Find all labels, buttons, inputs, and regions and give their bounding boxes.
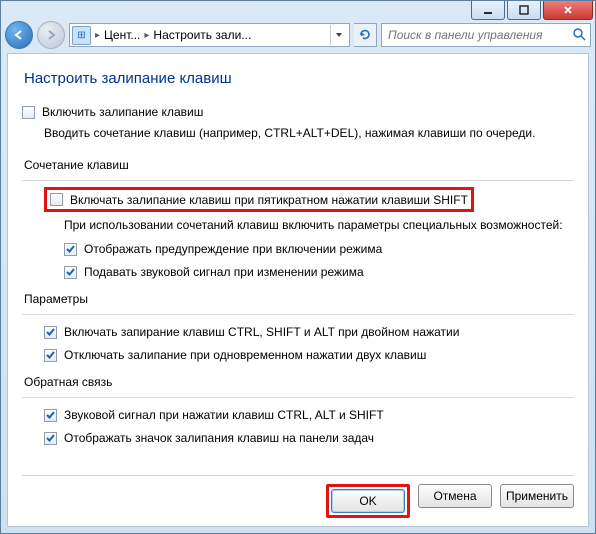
- checkbox-unchecked[interactable]: [50, 193, 63, 206]
- checkbox-label: Отображать значок залипания клавиш на па…: [64, 431, 374, 445]
- search-box[interactable]: [381, 23, 591, 47]
- page-title: Настроить залипание клавиш: [24, 70, 574, 87]
- breadcrumb[interactable]: Настроить зали...: [153, 28, 251, 42]
- search-icon[interactable]: [572, 27, 586, 44]
- breadcrumb[interactable]: Цент...: [104, 28, 140, 42]
- highlight-annotation: OK: [326, 484, 410, 518]
- checkbox-checked[interactable]: [64, 243, 77, 256]
- checkbox-label: Отображать предупреждение при включении …: [84, 242, 382, 256]
- forward-button[interactable]: [37, 21, 65, 49]
- checkbox-label: Подавать звуковой сигнал при изменении р…: [84, 265, 364, 279]
- addressbar-dropdown[interactable]: [330, 25, 347, 45]
- checkbox-checked[interactable]: [64, 266, 77, 279]
- refresh-button[interactable]: [354, 23, 377, 47]
- checkbox-label: Включить залипание клавиш: [42, 105, 203, 119]
- group-label: Сочетание клавиш: [24, 158, 574, 172]
- back-button[interactable]: [5, 21, 33, 49]
- close-button[interactable]: [543, 1, 593, 20]
- ok-button[interactable]: OK: [331, 489, 405, 513]
- option-show-warning[interactable]: Отображать предупреждение при включении …: [64, 242, 574, 257]
- group-label: Параметры: [24, 292, 574, 306]
- window: ⊞ ▸ Цент... ▸ Настроить зали... Настроит…: [0, 0, 596, 534]
- divider: [22, 397, 574, 398]
- option-enable-sticky[interactable]: Включить залипание клавиш: [22, 105, 574, 120]
- option-play-sound[interactable]: Подавать звуковой сигнал при изменении р…: [64, 265, 574, 280]
- divider: [22, 314, 574, 315]
- minimize-button[interactable]: [471, 1, 505, 20]
- checkbox-unchecked[interactable]: [22, 106, 35, 119]
- option-description: Вводить сочетание клавиш (например, CTRL…: [44, 126, 574, 140]
- control-panel-icon: ⊞: [72, 26, 91, 45]
- checkbox-checked[interactable]: [44, 326, 57, 339]
- group-label: Обратная связь: [24, 375, 574, 389]
- nav-bar: ⊞ ▸ Цент... ▸ Настроить зали...: [1, 19, 595, 51]
- maximize-button[interactable]: [507, 1, 541, 20]
- chevron-right-icon: ▸: [95, 30, 100, 41]
- highlight-annotation: Включать залипание клавиш при пятикратно…: [44, 187, 574, 212]
- checkbox-label: Звуковой сигнал при нажатии клавиш CTRL,…: [64, 408, 384, 422]
- checkbox-checked[interactable]: [44, 349, 57, 362]
- chevron-right-icon: ▸: [144, 30, 149, 41]
- checkbox-label: Включать запирание клавиш CTRL, SHIFT и …: [64, 325, 459, 339]
- address-bar[interactable]: ⊞ ▸ Цент... ▸ Настроить зали...: [69, 23, 350, 47]
- content-pane: Настроить залипание клавиш Включить зали…: [7, 53, 589, 527]
- checkbox-checked[interactable]: [44, 409, 57, 422]
- option-beep-modifier[interactable]: Звуковой сигнал при нажатии клавиш CTRL,…: [44, 408, 574, 423]
- button-row: OK Отмена Применить: [22, 475, 574, 518]
- checkbox-checked[interactable]: [44, 432, 57, 445]
- option-tray-icon[interactable]: Отображать значок залипания клавиш на па…: [44, 431, 574, 446]
- apply-button[interactable]: Применить: [500, 484, 574, 508]
- titlebar: [1, 1, 595, 19]
- checkbox-label: Отключать залипание при одновременном на…: [64, 348, 426, 362]
- search-input[interactable]: [386, 27, 572, 43]
- divider: [22, 180, 574, 181]
- checkbox-label: Включать залипание клавиш при пятикратно…: [70, 193, 468, 207]
- cancel-button[interactable]: Отмена: [418, 484, 492, 508]
- option-lock-modifiers[interactable]: Включать запирание клавиш CTRL, SHIFT и …: [44, 325, 574, 340]
- option-description: При использовании сочетаний клавиш включ…: [64, 218, 574, 232]
- option-turn-off-two-keys[interactable]: Отключать залипание при одновременном на…: [44, 348, 574, 363]
